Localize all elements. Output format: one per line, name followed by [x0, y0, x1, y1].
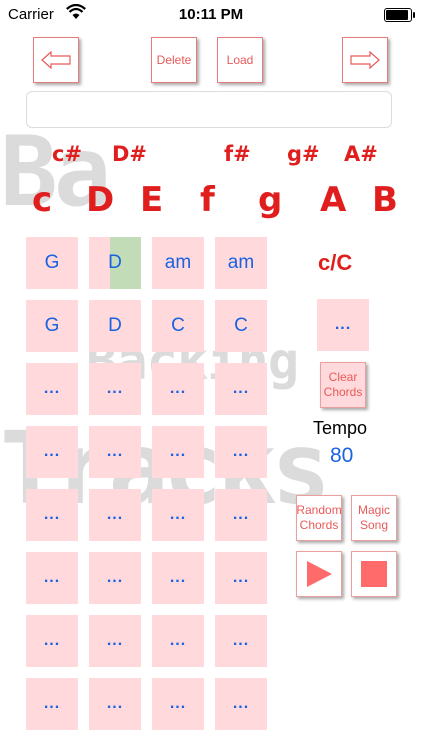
grid-cell[interactable]: ... [152, 489, 204, 541]
key-a-sharp[interactable]: A# [344, 142, 378, 166]
status-bar: Carrier 10:11 PM [0, 0, 422, 30]
grid-cell[interactable]: ... [26, 489, 78, 541]
grid-cell[interactable]: C [215, 300, 267, 352]
grid-cell[interactable]: ... [26, 426, 78, 478]
grid-cell[interactable]: ... [215, 552, 267, 604]
tempo-label: Tempo [313, 418, 368, 438]
clear-chords-label-2: Chords [323, 385, 363, 399]
grid-cell[interactable]: ... [215, 363, 267, 415]
chord-slot[interactable]: ... [317, 299, 369, 351]
grid-cell[interactable]: ... [89, 426, 141, 478]
random-chords-label-1: Random [296, 503, 342, 517]
arrow-right-icon [350, 51, 380, 69]
grid-cell[interactable]: ... [89, 552, 141, 604]
grid-cell[interactable]: ... [152, 615, 204, 667]
grid-cell[interactable]: ... [215, 678, 267, 730]
delete-button[interactable]: Delete [151, 37, 197, 83]
back-button[interactable] [33, 37, 79, 83]
key-d-sharp[interactable]: D# [112, 142, 147, 166]
play-icon [307, 561, 332, 587]
grid-cell[interactable]: ... [152, 426, 204, 478]
forward-button[interactable] [342, 37, 388, 83]
grid-cell[interactable]: G [26, 300, 78, 352]
grid-cell[interactable]: ... [152, 552, 204, 604]
stop-button[interactable] [351, 551, 397, 597]
grid-cell[interactable]: am [215, 237, 267, 289]
current-chord-label: c/C [318, 250, 353, 275]
tempo-value[interactable]: 80 [330, 444, 353, 468]
grid-cell[interactable]: ... [152, 678, 204, 730]
grid-cell[interactable]: am [152, 237, 204, 289]
grid-cell[interactable]: ... [215, 615, 267, 667]
magic-song-label-2: Song [359, 518, 389, 532]
grid-cell[interactable]: ... [152, 363, 204, 415]
key-a[interactable]: A [320, 180, 346, 220]
key-f-sharp[interactable]: f# [224, 142, 251, 166]
clear-chords-button[interactable]: Clear Chords [320, 362, 366, 408]
clock: 10:11 PM [178, 6, 244, 23]
grid-cell[interactable]: ... [89, 489, 141, 541]
grid-cell[interactable]: ... [89, 678, 141, 730]
key-e[interactable]: E [140, 180, 163, 220]
key-b[interactable]: B [372, 180, 398, 220]
grid-cell[interactable]: ... [215, 426, 267, 478]
grid-cell[interactable]: C [152, 300, 204, 352]
play-button[interactable] [296, 551, 342, 597]
key-g-sharp[interactable]: g# [287, 142, 320, 166]
stop-icon [361, 561, 387, 587]
grid-cell[interactable]: G [26, 237, 78, 289]
grid-cell[interactable]: ... [26, 552, 78, 604]
key-c-sharp[interactable]: c# [52, 142, 82, 166]
load-button[interactable]: Load [217, 37, 263, 83]
grid-cell[interactable]: ... [26, 678, 78, 730]
grid-cell[interactable]: ... [89, 615, 141, 667]
chord-grid: G D am am G D C C ... ... ... ... ... ..… [26, 237, 268, 731]
random-chords-label-2: Chords [299, 518, 339, 532]
grid-cell-active[interactable]: D [89, 237, 141, 289]
grid-cell[interactable]: ... [26, 615, 78, 667]
clear-chords-label-1: Clear [328, 370, 358, 384]
key-g[interactable]: g [258, 180, 282, 220]
grid-cell[interactable]: ... [89, 363, 141, 415]
arrow-left-icon [41, 51, 71, 69]
song-name-field[interactable] [26, 91, 392, 128]
magic-song-button[interactable]: Magic Song [351, 495, 397, 541]
key-c[interactable]: c [32, 180, 52, 220]
magic-song-label-1: Magic [357, 503, 390, 517]
grid-cell[interactable]: D [89, 300, 141, 352]
battery-icon [384, 8, 415, 22]
key-d[interactable]: D [86, 180, 114, 220]
key-f[interactable]: f [200, 180, 215, 220]
grid-cell[interactable]: ... [26, 363, 78, 415]
grid-cell[interactable]: ... [215, 489, 267, 541]
random-chords-button[interactable]: Random Chords [296, 495, 342, 541]
